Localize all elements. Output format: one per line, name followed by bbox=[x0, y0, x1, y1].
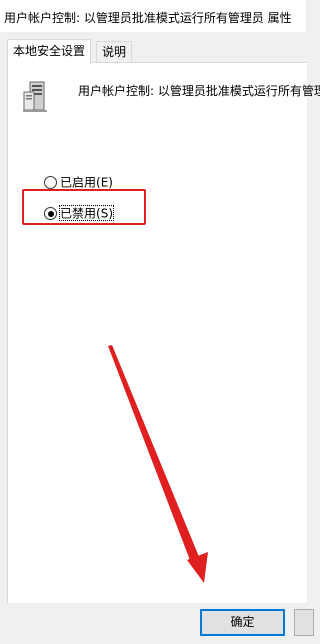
tab-local-security-setting[interactable]: 本地安全设置 bbox=[7, 39, 92, 64]
red-arrow-annotation bbox=[108, 345, 208, 583]
cancel-button[interactable] bbox=[294, 609, 314, 636]
ok-button[interactable]: 确定 bbox=[200, 609, 285, 636]
